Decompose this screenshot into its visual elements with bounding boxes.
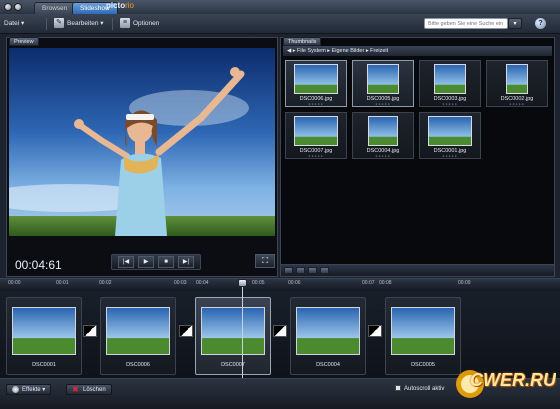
view-grid-icon[interactable] — [284, 267, 293, 274]
rating-icon[interactable]: ●●●●● — [487, 102, 547, 106]
effects-button[interactable]: Effekte ▾ — [6, 384, 52, 395]
chevron-down-icon: ▾ — [100, 20, 104, 27]
playhead-handle[interactable] — [238, 279, 247, 287]
watermark-logo: CWER.RU — [448, 362, 556, 402]
divider — [46, 18, 47, 30]
clip-image — [201, 307, 265, 355]
preview-image — [9, 48, 275, 236]
thumbnail-image — [428, 116, 472, 146]
thumbnail-image — [367, 64, 399, 94]
ruler-tick-label: 00:05 — [252, 280, 265, 286]
ruler-tick-label: 00:07 — [362, 280, 375, 286]
ruler-tick-label: 00:03 — [174, 280, 187, 286]
clip-image — [391, 307, 455, 355]
transition-icon[interactable] — [179, 325, 193, 337]
timecode-display: 00:04:61 — [15, 258, 62, 272]
thumbnail-image — [434, 64, 466, 94]
chevron-down-icon: ▾ — [21, 20, 25, 27]
toolbar: Datei ▾ ✎ Bearbeiten ▾ ≡ Optionen Bitte ge… — [0, 14, 560, 34]
thumbnail-image — [506, 64, 528, 94]
timeline-clip[interactable]: DSC0007 — [195, 297, 271, 375]
menu-edit[interactable]: ✎ Bearbeiten ▾ — [54, 18, 104, 30]
ruler-tick-label: 00:09 — [458, 280, 471, 286]
thumbnail-item[interactable]: DSC0007.jpg ●●●●● — [285, 112, 347, 159]
title-bar: Browsen Slideshow pictorio — [0, 0, 560, 14]
ruler-tick-label: 00:04 — [196, 280, 209, 286]
search-input[interactable]: Bitte geben Sie eine Suche ein — [424, 18, 508, 29]
breadcrumb-item[interactable]: Freizeit — [370, 48, 388, 54]
next-icon[interactable]: ▶| — [178, 256, 194, 268]
fullscreen-icon[interactable]: ⛶ — [255, 254, 275, 268]
sort-icon[interactable] — [320, 267, 329, 274]
window-control-icon[interactable] — [14, 3, 22, 11]
menu-file[interactable]: Datei ▾ — [4, 18, 24, 30]
transition-icon[interactable] — [83, 325, 97, 337]
tab-browsen[interactable]: Browsen — [34, 2, 76, 14]
thumbnail-item[interactable]: DSC0006.jpg ●●●●● — [285, 60, 347, 107]
rating-icon[interactable]: ●●●●● — [286, 102, 346, 106]
clip-image — [106, 307, 170, 355]
timeline-clip[interactable]: DSC0004 — [290, 297, 366, 375]
play-icon[interactable]: ▶ — [138, 256, 154, 268]
playhead — [242, 279, 243, 379]
delete-icon: ✖ — [72, 384, 79, 394]
thumbnail-image — [294, 64, 338, 94]
rating-icon[interactable]: ●●●●● — [420, 102, 480, 106]
rating-icon[interactable]: ●●●●● — [420, 154, 480, 158]
options-icon: ≡ — [120, 18, 130, 29]
breadcrumb-item[interactable]: File System — [297, 48, 326, 54]
thumbnails-tab[interactable]: Thumbnails — [283, 37, 322, 46]
prev-icon[interactable]: |◀ — [118, 256, 134, 268]
thumbnail-item[interactable]: DSC0003.jpg ●●●●● — [419, 60, 481, 107]
thumbnail-item[interactable]: DSC0001.jpg ●●●●● — [419, 112, 481, 159]
ruler-tick-label: 00:06 — [288, 280, 301, 286]
playback-controls: |◀ ▶ ■ ▶| — [111, 254, 201, 270]
transition-icon[interactable] — [368, 325, 382, 337]
preview-tab[interactable]: Preview — [9, 37, 39, 46]
ruler-tick-label: 00:08 — [379, 280, 392, 286]
divider — [112, 18, 113, 30]
clip-image — [296, 307, 360, 355]
breadcrumb-item[interactable]: Eigene Bilder — [332, 48, 365, 54]
thumbnail-image — [294, 116, 338, 146]
breadcrumb: ◀ ▸ File System ▸ Eigene Bilder ▸ Freize… — [283, 46, 552, 56]
autoscroll-toggle[interactable]: Autoscroll aktiv — [395, 384, 444, 395]
pencil-icon: ✎ — [54, 18, 64, 29]
thumbnail-item[interactable]: DSC0005.jpg ●●●●● — [352, 60, 414, 107]
thumbnail-image — [368, 116, 398, 146]
window-control-icon[interactable] — [4, 3, 12, 11]
ruler-tick-label: 00:01 — [56, 280, 69, 286]
timeline-ruler[interactable]: 00:00 00:01 00:02 00:03 00:04 00:05 00:0… — [0, 279, 560, 291]
ruler-tick-label: 00:02 — [99, 280, 112, 286]
thumbnails-panel: Thumbnails ◀ ▸ File System ▸ Eigene Bild… — [280, 37, 555, 277]
delete-button[interactable]: ✖ Löschen — [66, 384, 112, 395]
preview-panel: Preview 00:04:61 |◀ ▶ ■ ▶| ⛶ — [6, 37, 278, 277]
rating-icon[interactable]: ●●●●● — [353, 102, 413, 106]
checkbox-icon — [395, 385, 401, 392]
gear-icon — [12, 385, 19, 393]
help-icon[interactable]: ? — [535, 18, 546, 29]
arrow-icon: ◀ ▸ — [287, 48, 298, 54]
stop-icon[interactable]: ■ — [158, 256, 174, 268]
menu-options[interactable]: ≡ Optionen — [120, 18, 159, 30]
rating-icon[interactable]: ●●●●● — [353, 154, 413, 158]
ruler-tick-label: 00:00 — [8, 280, 21, 286]
clip-image — [12, 307, 76, 355]
transition-icon[interactable] — [273, 325, 287, 337]
thumbnail-item[interactable]: DSC0004.jpg ●●●●● — [352, 112, 414, 159]
rating-icon[interactable]: ●●●●● — [286, 154, 346, 158]
app-logo: pictorio — [106, 1, 134, 10]
thumbnails-toolbar — [281, 264, 554, 276]
timeline-clip[interactable]: DSC0001 — [6, 297, 82, 375]
thumbnail-item[interactable]: DSC0002.jpg ●●●●● — [486, 60, 548, 107]
search-dropdown-icon[interactable]: ▾ — [508, 18, 522, 29]
zoom-icon[interactable] — [308, 267, 317, 274]
timeline-clip[interactable]: DSC0006 — [100, 297, 176, 375]
view-list-icon[interactable] — [296, 267, 305, 274]
